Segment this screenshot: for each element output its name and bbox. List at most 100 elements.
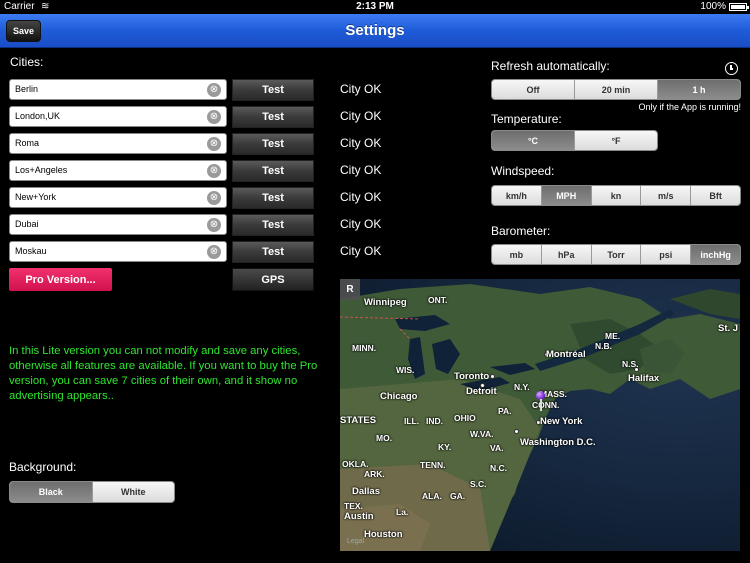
barometer-segmented-control[interactable]: mb hPa Torr psi inchHg: [491, 244, 741, 265]
map-label: La.: [396, 507, 409, 517]
city-input-value: New+York: [15, 192, 56, 202]
cities-label: Cities:: [10, 55, 44, 69]
location-pin-stick: [540, 399, 542, 411]
background-option[interactable]: White: [91, 482, 175, 502]
background-segmented-control[interactable]: Black White: [9, 481, 175, 503]
map-r-button[interactable]: R: [340, 279, 360, 300]
test-city-button[interactable]: Test: [232, 133, 314, 155]
windspeed-segmented-control[interactable]: km/h MPH kn m/s Bft: [491, 185, 741, 206]
map-label: Washington D.C.: [520, 437, 596, 448]
pro-version-button[interactable]: Pro Version...: [9, 268, 112, 291]
lite-version-notice: In this Lite version you can not modify …: [9, 345, 318, 402]
city-input[interactable]: Berlin ⊗: [9, 79, 227, 100]
battery-fill: [731, 5, 745, 9]
map-label: TEX.: [344, 501, 363, 511]
map-label: N.C.: [490, 463, 507, 473]
map-label: Toronto: [454, 371, 490, 382]
windspeed-option[interactable]: kn: [590, 186, 641, 205]
barometer-option[interactable]: inchHg: [690, 245, 740, 264]
map-label: ALA.: [422, 491, 442, 501]
city-input[interactable]: Dubai ⊗: [9, 214, 227, 235]
refresh-option[interactable]: Off: [492, 80, 574, 99]
gps-button[interactable]: GPS: [232, 268, 314, 291]
map-label: VA.: [490, 443, 504, 453]
page-title: Settings: [345, 22, 405, 39]
city-input[interactable]: Moskau ⊗: [9, 241, 227, 262]
test-city-button[interactable]: Test: [232, 241, 314, 263]
map-city-dot: [514, 429, 519, 434]
clear-icon[interactable]: ⊗: [207, 110, 221, 124]
test-city-button[interactable]: Test: [232, 106, 314, 128]
city-status: City OK: [340, 109, 382, 123]
city-status: City OK: [340, 136, 382, 150]
refresh-option[interactable]: 1 h: [657, 80, 740, 99]
city-input-value: Roma: [15, 138, 40, 148]
city-input-value: Moskau: [15, 246, 47, 256]
map-label: MINN.: [352, 343, 377, 353]
test-city-button[interactable]: Test: [232, 214, 314, 236]
clear-icon[interactable]: ⊗: [207, 218, 221, 232]
city-input[interactable]: Los+Angeles ⊗: [9, 160, 227, 181]
background-option[interactable]: Black: [10, 482, 92, 502]
map-label: Dallas: [352, 486, 380, 497]
map-label: OHIO: [454, 413, 476, 423]
map-label: Houston: [364, 529, 403, 540]
city-input[interactable]: New+York ⊗: [9, 187, 227, 208]
clear-icon[interactable]: ⊗: [207, 83, 221, 97]
status-bar: Carrier ≋ 2:13 PM 100%: [0, 0, 750, 14]
windspeed-option[interactable]: Bft: [690, 186, 740, 205]
map-label: TENN.: [420, 460, 446, 470]
test-city-button[interactable]: Test: [232, 187, 314, 209]
map-label: N.B.: [595, 341, 612, 351]
clear-icon[interactable]: ⊗: [207, 164, 221, 178]
refresh-segmented-control[interactable]: Off 20 min 1 h: [491, 79, 741, 100]
city-input[interactable]: Roma ⊗: [9, 133, 227, 154]
map-legal-link[interactable]: Legal: [347, 538, 364, 545]
temperature-option[interactable]: °C: [492, 131, 574, 150]
battery-percent: 100%: [700, 1, 726, 12]
barometer-option[interactable]: psi: [640, 245, 690, 264]
city-status: City OK: [340, 82, 382, 96]
windspeed-option[interactable]: MPH: [540, 186, 591, 205]
city-status: City OK: [340, 244, 382, 258]
barometer-option[interactable]: hPa: [540, 245, 591, 264]
map-label: OKLA.: [342, 459, 369, 469]
map-label: Winnipeg: [364, 297, 407, 308]
windspeed-option[interactable]: m/s: [640, 186, 690, 205]
map-label: ME.: [605, 331, 621, 341]
temperature-segmented-control[interactable]: °C °F: [491, 130, 658, 151]
refresh-option[interactable]: 20 min: [574, 80, 657, 99]
map-label: WIS.: [396, 365, 415, 375]
windspeed-option[interactable]: km/h: [492, 186, 541, 205]
temperature-option[interactable]: °F: [574, 131, 657, 150]
map-label: ILL.: [404, 416, 420, 426]
map-label: CONN.: [532, 400, 560, 410]
windspeed-label: Windspeed:: [491, 164, 555, 178]
barometer-option[interactable]: mb: [492, 245, 541, 264]
refresh-note: Only if the App is running!: [638, 102, 741, 112]
city-status: City OK: [340, 163, 382, 177]
barometer-option[interactable]: Torr: [590, 245, 641, 264]
refresh-label: Refresh automatically:: [491, 59, 610, 73]
map-label: ONT.: [428, 295, 448, 305]
city-input-value: Berlin: [15, 84, 39, 94]
map-label: Halifax: [628, 373, 660, 384]
city-input[interactable]: London,UK ⊗: [9, 106, 227, 127]
clear-icon[interactable]: ⊗: [207, 245, 221, 259]
navigation-bar: Save Settings: [0, 14, 750, 48]
map-label: IND.: [426, 416, 443, 426]
map-view[interactable]: R Winnipeg ONT. MINN. WIS. Toronto Montr…: [340, 279, 740, 551]
map-label: W.VA.: [470, 429, 494, 439]
test-city-button[interactable]: Test: [232, 160, 314, 182]
background-label: Background:: [9, 460, 77, 474]
clear-icon[interactable]: ⊗: [207, 191, 221, 205]
city-status: City OK: [340, 190, 382, 204]
clear-icon[interactable]: ⊗: [207, 137, 221, 151]
map-label: MO.: [376, 433, 393, 443]
map-label: New York: [540, 416, 583, 427]
clock-icon[interactable]: [725, 62, 738, 75]
battery-icon: [729, 3, 749, 11]
map-city-dot: [490, 374, 495, 379]
city-status: City OK: [340, 217, 382, 231]
test-city-button[interactable]: Test: [232, 79, 314, 101]
